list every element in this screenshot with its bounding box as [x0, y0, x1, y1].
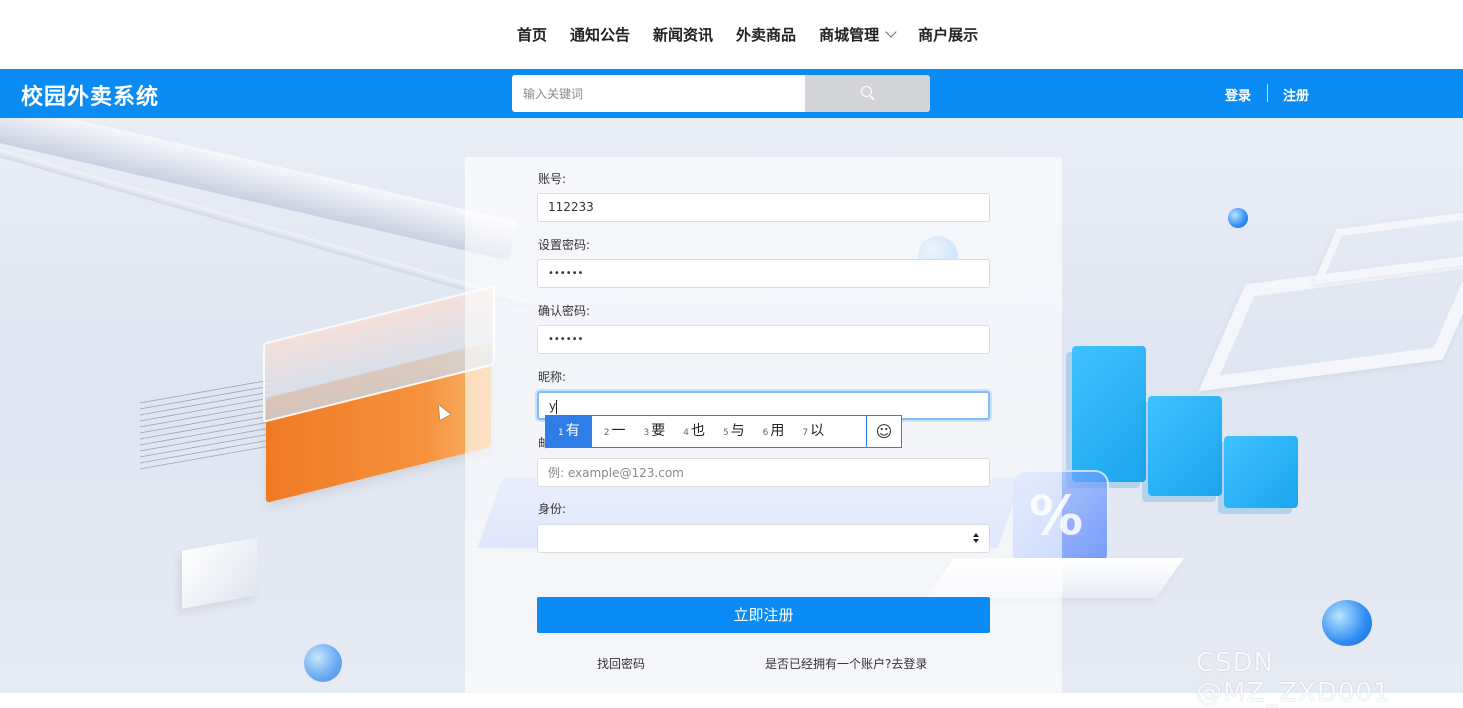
- top-nav: 首页 通知公告 新闻资讯 外卖商品 商城管理 商户展示: [0, 0, 1463, 69]
- email-field[interactable]: [537, 458, 990, 487]
- ime-candidate[interactable]: 1有: [546, 416, 592, 447]
- ime-candidate-text: 也: [690, 423, 705, 439]
- ime-candidate-text: 与: [730, 423, 745, 439]
- search-button[interactable]: [805, 75, 930, 112]
- nav-items: 首页 通知公告 新闻资讯 外卖商品 商城管理 商户展示: [517, 24, 1001, 45]
- account-field[interactable]: 112233: [537, 193, 990, 222]
- cube-short: [1224, 436, 1298, 508]
- sphere-blue-bottom-right: [1322, 600, 1372, 646]
- nav-item-notices[interactable]: 通知公告: [570, 24, 630, 45]
- header-bar: 校园外卖系统 登录 注册: [0, 69, 1463, 118]
- account-value: 112233: [548, 200, 594, 214]
- ime-candidate-bar: 1有 2一 3要 4也 5与 6用 7以 ☺: [545, 415, 902, 448]
- search-icon: [861, 86, 872, 97]
- ime-candidate[interactable]: 2一: [592, 416, 632, 447]
- ime-candidate-num: 6: [762, 428, 769, 438]
- password-value: ••••••: [548, 268, 584, 279]
- ime-candidate[interactable]: 3要: [631, 416, 671, 447]
- stripe-pattern: [140, 376, 270, 470]
- nav-item-news[interactable]: 新闻资讯: [653, 24, 713, 45]
- ime-candidate[interactable]: 4也: [671, 416, 711, 447]
- ime-candidate-num: 4: [683, 428, 689, 438]
- ime-candidate-num: 5: [722, 428, 729, 438]
- nickname-value: y: [549, 399, 557, 413]
- ime-candidate-text: 以: [810, 423, 825, 439]
- white-cube: [182, 537, 258, 609]
- forgot-password-link[interactable]: 找回密码: [597, 655, 645, 672]
- nav-item-mall-management[interactable]: 商城管理: [819, 24, 897, 45]
- ime-candidate[interactable]: 5与: [711, 416, 751, 447]
- sphere-blue-top-right: [1228, 208, 1248, 228]
- ime-candidate[interactable]: 6用: [751, 416, 791, 447]
- identity-select[interactable]: [537, 524, 990, 553]
- text-caret: [556, 399, 558, 414]
- ime-candidate-num: 7: [802, 428, 809, 438]
- chevron-down-icon: [885, 26, 897, 38]
- nav-item-merchants[interactable]: 商户展示: [918, 24, 978, 45]
- register-submit-button[interactable]: 立即注册: [537, 597, 990, 633]
- ime-candidate-text: 要: [651, 423, 666, 439]
- confirm-password-field[interactable]: ••••••: [537, 325, 990, 354]
- register-link[interactable]: 注册: [1283, 85, 1309, 104]
- search-input[interactable]: [512, 75, 805, 112]
- ime-candidate-text: 一: [611, 423, 626, 439]
- nav-item-home[interactable]: 首页: [517, 24, 547, 45]
- login-link[interactable]: 登录: [1225, 85, 1251, 104]
- ime-candidate-text: 有: [565, 423, 580, 439]
- cube-mid: [1148, 396, 1222, 496]
- nav-item-mall-management-label: 商城管理: [819, 26, 880, 44]
- nav-item-products[interactable]: 外卖商品: [736, 24, 796, 45]
- brand-title: 校园外卖系统: [21, 85, 160, 110]
- nickname-label: 昵称:: [538, 370, 567, 384]
- password-field[interactable]: ••••••: [537, 259, 990, 288]
- sphere-small-left: [304, 644, 342, 682]
- ime-candidate[interactable]: 7以: [790, 416, 830, 447]
- ime-candidate-text: 用: [770, 423, 785, 439]
- go-login-link[interactable]: 是否已经拥有一个账户?去登录: [765, 655, 927, 672]
- beam-left: [0, 118, 518, 261]
- select-arrows-icon: [973, 533, 979, 544]
- watermark: CSDN @MZ_ZXD001: [1196, 648, 1391, 708]
- ime-candidate-num: 1: [558, 428, 564, 438]
- account-label: 账号:: [538, 172, 567, 186]
- ime-candidate-num: 2: [603, 428, 610, 438]
- identity-label: 身份:: [538, 502, 567, 516]
- confirm-password-value: ••••••: [548, 334, 584, 345]
- auth-divider: [1267, 84, 1268, 102]
- password-label: 设置密码:: [538, 238, 591, 252]
- ime-candidate-num: 3: [643, 428, 650, 438]
- cube-tall: [1072, 346, 1146, 482]
- confirm-password-label: 确认密码:: [538, 304, 591, 318]
- smiley-icon[interactable]: ☺: [866, 416, 901, 447]
